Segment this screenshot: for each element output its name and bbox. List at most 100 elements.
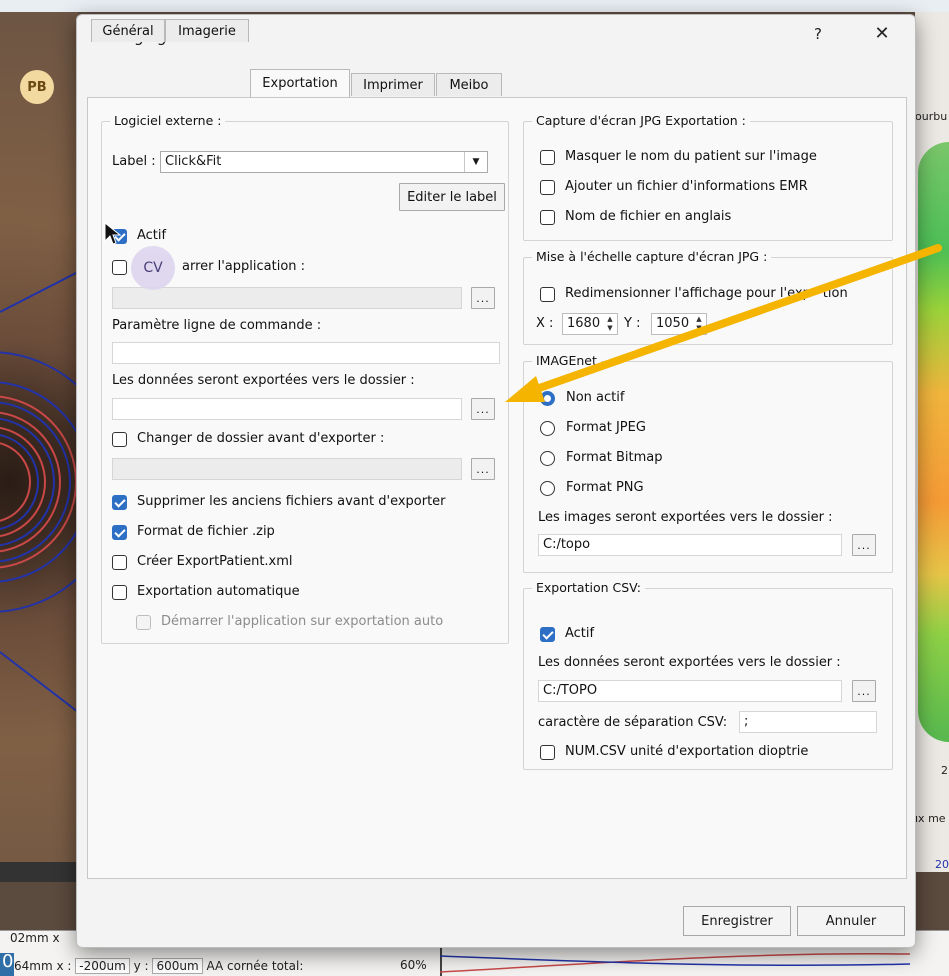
y-spinbox[interactable]: 1050 ▲ ▼ xyxy=(651,313,707,335)
emr-file-checkbox[interactable] xyxy=(540,180,555,195)
capture-jpg-title: Capture d'écran JPG Exportation : xyxy=(532,113,750,128)
right-label-mid: ıx me xyxy=(915,812,946,825)
logiciel-externe-group: Logiciel externe : Label : Click&Fit ▼ E… xyxy=(101,113,509,644)
bottom-row2-label: AA cornée total: xyxy=(206,959,304,973)
cancel-button[interactable]: Annuler xyxy=(797,906,905,936)
x-spinbox[interactable]: 1680 ▲ ▼ xyxy=(562,313,618,335)
change-folder-label: Changer de dossier avant d'exporter : xyxy=(137,431,385,446)
app-path-browse-button[interactable]: ... xyxy=(471,287,495,309)
right-num-20: 20 xyxy=(935,858,949,871)
bottom-y-field[interactable]: 600um xyxy=(152,958,203,974)
export-patient-xml-checkbox[interactable] xyxy=(112,555,127,570)
export-folder-label: Les données seront exportées vers le dos… xyxy=(112,373,415,388)
tab-exportation[interactable]: Exportation xyxy=(250,69,350,97)
zip-format-checkbox[interactable] xyxy=(112,525,127,540)
capture-jpg-group: Capture d'écran JPG Exportation : Masque… xyxy=(523,113,893,241)
radio-png-label: Format PNG xyxy=(566,480,644,495)
save-button[interactable]: Enregistrer xyxy=(683,906,791,936)
spin-arrows-icon[interactable]: ▲ ▼ xyxy=(604,315,616,333)
emr-file-label: Ajouter un fichier d'informations EMR xyxy=(565,179,808,194)
edit-label-button[interactable]: Editer le label xyxy=(399,183,505,211)
right-label-top: ourbu xyxy=(915,110,948,123)
bottom-row2-a: 64mm xyxy=(14,959,53,973)
delete-old-files-checkbox[interactable] xyxy=(112,495,127,510)
x-label: X : xyxy=(536,316,554,331)
images-folder-field[interactable]: C:/topo xyxy=(538,534,842,556)
radio-non-actif-label: Non actif xyxy=(566,390,625,405)
scale-group: Mise à l'échelle capture d'écran JPG : R… xyxy=(523,249,893,345)
csv-actif-checkbox[interactable] xyxy=(540,627,555,642)
topography-map xyxy=(918,142,949,742)
resize-display-label: Redimensionner l'affichage pour l'exp tio… xyxy=(565,286,848,301)
csv-separator-label: caractère de séparation CSV: xyxy=(538,715,728,730)
tab-imagerie[interactable]: Imagerie xyxy=(165,19,249,42)
imagenet-group: IMAGEnet Non actif Format JPEG Format Bi… xyxy=(523,353,893,573)
bottom-row2-x: x : xyxy=(56,959,72,973)
export-patient-xml-label: Créer ExportPatient.xml xyxy=(137,554,293,569)
bottom-row2-pct: 60% xyxy=(400,958,427,972)
cmdline-label: Paramètre ligne de commande : xyxy=(112,318,322,333)
resize-display-label-tail: tion xyxy=(822,286,848,301)
settings-dialog: Réglages ? ✕ Général Imagerie Exportatio… xyxy=(76,14,916,948)
change-folder-browse-button[interactable]: ... xyxy=(471,458,495,480)
avatar-cv[interactable]: CV xyxy=(131,246,175,290)
csv-dioptrie-checkbox[interactable] xyxy=(540,745,555,760)
tab-meibo[interactable]: Meibo xyxy=(436,73,502,96)
resize-display-checkbox[interactable] xyxy=(540,287,555,302)
change-folder-checkbox[interactable] xyxy=(112,432,127,447)
bottom-row1: 02mm x xyxy=(10,931,60,945)
spin-arrows-icon[interactable]: ▲ ▼ xyxy=(693,315,705,333)
background-top-strip xyxy=(0,0,949,12)
mouse-cursor-icon xyxy=(104,222,122,245)
export-folder-browse-button[interactable]: ... xyxy=(471,398,495,420)
label-select-value: Click&Fit xyxy=(165,154,222,169)
radio-jpeg[interactable] xyxy=(540,421,555,436)
bottom-blue-box: 0 xyxy=(0,951,14,976)
csv-folder-field[interactable]: C:/TOPO xyxy=(538,680,842,702)
english-filename-label: Nom de fichier en anglais xyxy=(565,209,732,224)
auto-export-label: Exportation automatique xyxy=(137,584,300,599)
csv-separator-field[interactable]: ; xyxy=(739,711,877,733)
csv-folder-browse-button[interactable]: ... xyxy=(852,680,876,702)
export-folder-field[interactable] xyxy=(112,398,462,420)
avatar-pb[interactable]: PB xyxy=(20,70,54,104)
placido-rings xyxy=(0,271,78,882)
csv-actif-label: Actif xyxy=(565,626,595,641)
bottom-curves xyxy=(440,953,910,973)
cmdline-field[interactable] xyxy=(112,342,500,364)
hide-patient-name-label: Masquer le nom du patient sur l'image xyxy=(565,149,817,164)
csv-folder-label: Les données seront exportées vers le dos… xyxy=(538,655,841,670)
english-filename-checkbox[interactable] xyxy=(540,210,555,225)
help-button[interactable]: ? xyxy=(807,25,829,49)
bottom-row2: 64mm x : -200um y : 600um AA cornée tota… xyxy=(14,958,303,974)
app-path-field[interactable] xyxy=(112,287,462,309)
y-label: Y : xyxy=(624,316,641,331)
hide-patient-name-checkbox[interactable] xyxy=(540,150,555,165)
auto-export-checkbox[interactable] xyxy=(112,585,127,600)
label-select[interactable]: Click&Fit ▼ xyxy=(160,151,488,173)
radio-jpeg-label: Format JPEG xyxy=(566,420,646,435)
imagenet-title: IMAGEnet xyxy=(532,353,601,368)
bottom-row2-y: y : xyxy=(133,959,149,973)
bottom-blue-digit: 0 xyxy=(2,951,14,972)
right-num-2: 2 xyxy=(941,764,948,777)
close-button[interactable]: ✕ xyxy=(870,23,894,49)
radio-bitmap[interactable] xyxy=(540,451,555,466)
images-folder-label: Les images seront exportées vers le doss… xyxy=(538,510,833,525)
images-folder-browse-button[interactable]: ... xyxy=(852,534,876,556)
zip-format-label: Format de fichier .zip xyxy=(137,524,275,539)
demarrer-checkbox[interactable] xyxy=(112,260,127,275)
radio-bitmap-label: Format Bitmap xyxy=(566,450,663,465)
auto-start-checkbox[interactable] xyxy=(136,615,151,630)
bottom-x-field[interactable]: -200um xyxy=(75,958,130,974)
eye-image-panel xyxy=(0,12,78,882)
change-folder-field[interactable] xyxy=(112,458,462,480)
radio-png[interactable] xyxy=(540,481,555,496)
csv-group: Exportation CSV: Actif Les données seron… xyxy=(523,580,893,770)
radio-non-actif[interactable] xyxy=(540,391,555,406)
tab-imprimer[interactable]: Imprimer xyxy=(351,73,435,96)
label-prefix: Label : xyxy=(112,154,156,169)
y-value: 1050 xyxy=(656,316,690,331)
tab-general[interactable]: Général xyxy=(91,19,165,42)
demarrer-label: arrer l'application : xyxy=(182,259,306,274)
